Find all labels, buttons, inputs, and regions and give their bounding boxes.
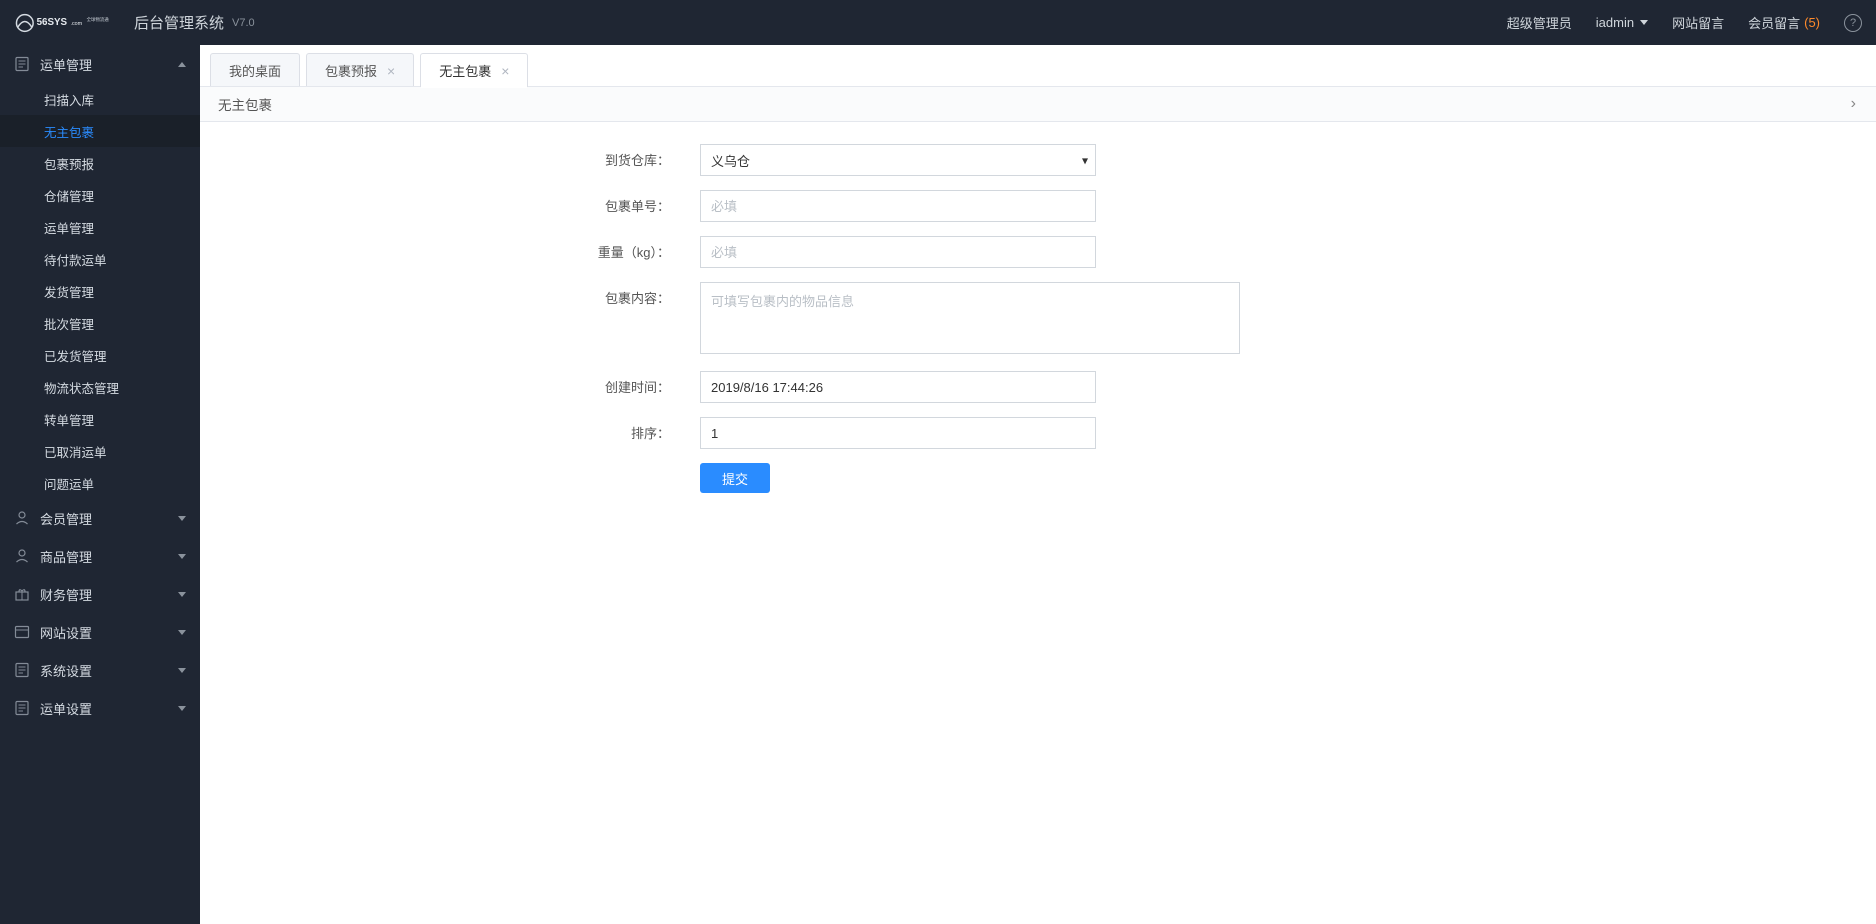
version-label: V7.0: [232, 17, 255, 29]
chevron-down-icon: [178, 554, 186, 559]
tab-label: 我的桌面: [229, 61, 281, 80]
role-label: 超级管理员: [1507, 13, 1572, 32]
nav-group-header[interactable]: 运单设置: [0, 689, 200, 727]
svg-text:56SYS: 56SYS: [37, 16, 68, 27]
chevron-down-icon: [178, 706, 186, 711]
tab[interactable]: 无主包裹 ×: [420, 53, 528, 87]
page-title-bar: 无主包裹 ›: [200, 86, 1876, 122]
nav-group: 网站设置: [0, 613, 200, 651]
create-time-input[interactable]: [700, 371, 1096, 403]
sidebar-item[interactable]: 无主包裹: [0, 115, 200, 147]
member-messages-count: (5): [1804, 15, 1820, 30]
create-time-label: 创建时间：: [200, 371, 670, 396]
sidebar-item[interactable]: 扫描入库: [0, 83, 200, 115]
sidebar-item[interactable]: 批次管理: [0, 307, 200, 339]
site-messages-link[interactable]: 网站留言: [1672, 13, 1724, 32]
sidebar: 运单管理扫描入库无主包裹包裹预报仓储管理运单管理待付款运单发货管理批次管理已发货…: [0, 45, 200, 924]
chevron-down-icon: [178, 592, 186, 597]
help-icon: ?: [1844, 14, 1862, 32]
row-package-no: 包裹单号：: [200, 190, 1876, 222]
nav-group: 财务管理: [0, 575, 200, 613]
nav-group-label: 网站设置: [40, 623, 92, 642]
panel-collapse-icon[interactable]: ›: [1849, 95, 1858, 113]
svg-text:.com: .com: [70, 20, 82, 26]
chevron-down-icon: [178, 630, 186, 635]
sort-input[interactable]: [700, 417, 1096, 449]
nav-group-label: 运单设置: [40, 699, 92, 718]
user-menu[interactable]: iadmin: [1596, 15, 1648, 30]
tab[interactable]: 包裹预报 ×: [306, 53, 414, 87]
chevron-up-icon: [178, 62, 186, 67]
logo-icon: 56SYS .com 全球物流通: [14, 9, 122, 37]
package-no-label: 包裹单号：: [200, 190, 670, 215]
nav-group-label: 商品管理: [40, 547, 92, 566]
close-icon[interactable]: ×: [501, 64, 509, 78]
submit-button[interactable]: 提交: [700, 463, 770, 493]
nav-group: 商品管理: [0, 537, 200, 575]
warehouse-label: 到货仓库：: [200, 144, 670, 169]
nav-group-header[interactable]: 网站设置: [0, 613, 200, 651]
system-title: 后台管理系统: [134, 12, 224, 33]
sidebar-item[interactable]: 待付款运单: [0, 243, 200, 275]
nav-group-header[interactable]: 系统设置: [0, 651, 200, 689]
nav-group-header[interactable]: 商品管理: [0, 537, 200, 575]
sort-label: 排序：: [200, 417, 670, 442]
nav-group-header[interactable]: 会员管理: [0, 499, 200, 537]
sidebar-item[interactable]: 转单管理: [0, 403, 200, 435]
sidebar-item[interactable]: 物流状态管理: [0, 371, 200, 403]
nav-group-header[interactable]: 财务管理: [0, 575, 200, 613]
tab[interactable]: 我的桌面: [210, 53, 300, 87]
nav-group-label: 财务管理: [40, 585, 92, 604]
row-sort: 排序：: [200, 417, 1876, 449]
nav-group: 会员管理: [0, 499, 200, 537]
logo[interactable]: 56SYS .com 全球物流通: [14, 9, 122, 37]
nav-group-header[interactable]: 运单管理: [0, 45, 200, 83]
warehouse-select[interactable]: 义乌仓: [700, 144, 1096, 176]
tab-label: 无主包裹: [439, 61, 491, 80]
nav-group: 运单设置: [0, 689, 200, 727]
weight-label: 重量（kg）：: [200, 236, 670, 261]
row-submit: 提交: [200, 463, 1876, 493]
page-title: 无主包裹: [218, 94, 272, 114]
help-button[interactable]: ?: [1844, 14, 1862, 32]
warehouse-selected-value: 义乌仓: [711, 151, 750, 170]
close-icon[interactable]: ×: [387, 64, 395, 78]
chevron-down-icon: [178, 516, 186, 521]
sidebar-item[interactable]: 仓储管理: [0, 179, 200, 211]
package-content-label: 包裹内容：: [200, 282, 670, 307]
package-no-input[interactable]: [700, 190, 1096, 222]
form-area: 到货仓库： 义乌仓 包裹单号： 重量（kg）：: [200, 122, 1876, 537]
nav-group: 系统设置: [0, 651, 200, 689]
member-messages-label: 会员留言: [1748, 13, 1800, 32]
nav-items: 扫描入库无主包裹包裹预报仓储管理运单管理待付款运单发货管理批次管理已发货管理物流…: [0, 83, 200, 499]
row-package-content: 包裹内容：: [200, 282, 1876, 357]
nav-group-label: 会员管理: [40, 509, 92, 528]
user-name: iadmin: [1596, 15, 1634, 30]
nav-group-label: 运单管理: [40, 55, 92, 74]
row-warehouse: 到货仓库： 义乌仓: [200, 144, 1876, 176]
chevron-down-icon: [178, 668, 186, 673]
tabs-bar: 我的桌面 包裹预报 × 无主包裹 ×: [200, 45, 1876, 87]
tab-label: 包裹预报: [325, 61, 377, 80]
chevron-down-icon: [1640, 20, 1648, 25]
nav-group-label: 系统设置: [40, 661, 92, 680]
sidebar-item[interactable]: 发货管理: [0, 275, 200, 307]
sidebar-item[interactable]: 已取消运单: [0, 435, 200, 467]
main-area: 我的桌面 包裹预报 × 无主包裹 × 无主包裹 › 到货仓库： 义乌仓 包裹单号：: [200, 45, 1876, 924]
weight-input[interactable]: [700, 236, 1096, 268]
sidebar-item[interactable]: 运单管理: [0, 211, 200, 243]
svg-text:全球物流通: 全球物流通: [87, 16, 110, 23]
sidebar-item[interactable]: 已发货管理: [0, 339, 200, 371]
row-weight: 重量（kg）：: [200, 236, 1876, 268]
sidebar-item[interactable]: 问题运单: [0, 467, 200, 499]
top-header: 56SYS .com 全球物流通 后台管理系统 V7.0 超级管理员 iadmi…: [0, 0, 1876, 45]
package-content-textarea[interactable]: [700, 282, 1240, 354]
member-messages-link[interactable]: 会员留言 (5): [1748, 13, 1820, 32]
sidebar-item[interactable]: 包裹预报: [0, 147, 200, 179]
nav-group: 运单管理扫描入库无主包裹包裹预报仓储管理运单管理待付款运单发货管理批次管理已发货…: [0, 45, 200, 499]
row-create-time: 创建时间：: [200, 371, 1876, 403]
